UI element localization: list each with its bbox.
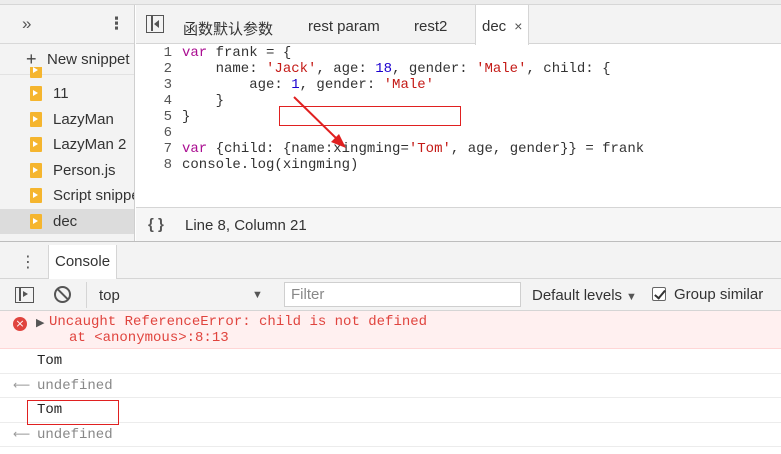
snippets-navigator: » ⋮ + New snippet 11 LazyMan LazyMan 2 P… xyxy=(0,5,135,241)
editor-area: 函数默认参数 rest param rest2 dec × 1 var frank … xyxy=(136,5,781,241)
console-toolbar: top ▼ Default levels▼ Group similar xyxy=(0,279,781,311)
console-output[interactable]: × ▶ Uncaught ReferenceError: child is no… xyxy=(0,311,781,447)
result-arrow-icon: ⟵ xyxy=(13,427,31,441)
pretty-print-icon[interactable]: { } xyxy=(148,216,164,233)
result-text: undefined xyxy=(37,378,113,394)
snippet-file-icon xyxy=(30,137,42,152)
snippet-file-icon xyxy=(30,111,42,127)
annotation-output-box xyxy=(27,400,119,425)
snippet-file-icon xyxy=(30,213,42,229)
error-text: Uncaught ReferenceError: child is not de… xyxy=(49,314,428,330)
snippet-item-lazyman[interactable]: LazyMan xyxy=(0,107,134,133)
snippet-file-icon xyxy=(30,86,42,101)
snippet-name: 11 xyxy=(53,85,69,102)
console-result-message: ⟵ undefined xyxy=(0,423,781,447)
drawer-menu-icon[interactable]: ⋮ xyxy=(20,252,36,272)
context-value: top xyxy=(99,287,120,304)
editor-status-bar: { } Line 8, Column 21 xyxy=(136,207,781,241)
clear-console-icon[interactable] xyxy=(54,286,71,303)
navigator-menu-icon[interactable]: ⋮ xyxy=(108,14,125,34)
checkbox-icon[interactable] xyxy=(652,287,666,301)
filter-input[interactable] xyxy=(284,282,521,307)
expand-triangle-icon[interactable]: ▶ xyxy=(36,316,44,329)
group-similar-label: Group similar xyxy=(674,286,764,303)
snippet-file-icon xyxy=(30,162,42,178)
console-log-message: Tom xyxy=(0,349,781,374)
new-snippet-label: New snippet xyxy=(47,51,130,68)
console-error-message: × ▶ Uncaught ReferenceError: child is no… xyxy=(0,311,781,349)
log-text: Tom xyxy=(37,353,63,369)
snippet-name: LazyMan xyxy=(53,110,114,128)
group-similar-checkbox[interactable]: Group similar xyxy=(652,286,763,303)
context-selector[interactable]: top ▼ xyxy=(86,282,266,308)
log-levels-dropdown[interactable]: Default levels ▼ xyxy=(532,287,637,304)
snippet-file-icon xyxy=(30,188,42,203)
snippet-item-person-js[interactable]: Person.js xyxy=(0,158,134,184)
result-arrow-icon: ⟵ xyxy=(13,378,31,392)
snippet-item-script-snippet[interactable]: Script snippet xyxy=(0,183,134,209)
snippet-item-dec[interactable]: dec xyxy=(0,208,134,234)
plus-icon: + xyxy=(26,49,37,69)
drawer-tab-bar: ⋮ Console xyxy=(0,242,781,279)
result-text: undefined xyxy=(37,427,113,443)
annotation-arrow xyxy=(293,96,346,148)
snippet-item[interactable] xyxy=(0,67,134,81)
caret-down-icon: ▼ xyxy=(252,289,263,301)
log-levels-label: Default levels xyxy=(532,287,623,304)
more-tabs-icon[interactable]: » xyxy=(22,14,31,34)
snippet-item-lazyman-2[interactable]: LazyMan 2 xyxy=(0,132,134,158)
show-console-sidebar-icon[interactable] xyxy=(15,287,34,303)
caret-down-icon: ▼ xyxy=(626,291,637,303)
snippet-item-11[interactable]: 11 xyxy=(0,81,134,107)
snippet-list: 11 LazyMan LazyMan 2 Person.js Script sn… xyxy=(0,67,134,234)
cursor-position: Line 8, Column 21 xyxy=(185,217,307,234)
tab-console[interactable]: Console xyxy=(48,245,118,279)
sources-panel: » ⋮ + New snippet 11 LazyMan LazyMan 2 P… xyxy=(0,5,781,241)
snippet-name: LazyMan 2 xyxy=(53,136,127,153)
error-icon: × xyxy=(13,317,27,331)
snippet-file-icon xyxy=(30,67,42,78)
snippet-name: Script snippet xyxy=(53,187,135,204)
navigator-header: » ⋮ xyxy=(0,5,134,44)
snippet-name: Person.js xyxy=(53,161,116,179)
console-result-message: ⟵ undefined xyxy=(0,374,781,398)
snippet-name: dec xyxy=(53,212,78,230)
error-stack[interactable]: at <anonymous>:8:13 xyxy=(69,330,229,346)
